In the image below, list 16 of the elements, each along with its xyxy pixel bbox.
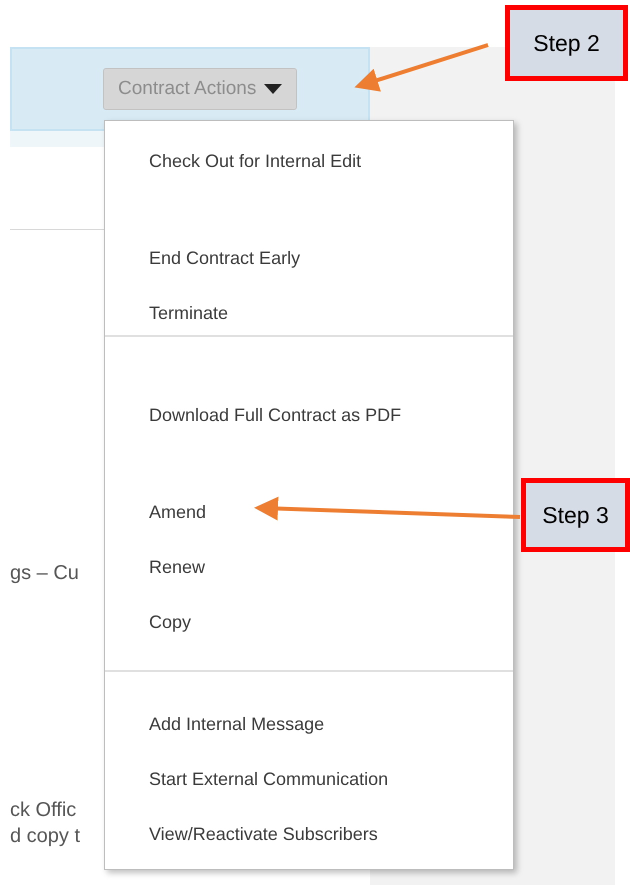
step-callout: Step 3 (521, 478, 630, 552)
menu-item[interactable]: End Contract Early (105, 241, 300, 275)
menu-item[interactable]: Start External Communication (105, 762, 388, 796)
menu-item[interactable]: View/Reactivate Subscribers (105, 817, 378, 851)
text-fragment: d copy t (10, 824, 80, 849)
menu-item[interactable]: Check Out for Internal Edit (105, 144, 362, 178)
menu-item[interactable]: Renew (105, 550, 206, 584)
caret-icon (264, 84, 282, 94)
menu-item[interactable]: Amend (105, 495, 206, 529)
menu-item[interactable]: Copy (105, 605, 192, 639)
menu-item[interactable]: Download Full Contract as PDF (105, 398, 402, 432)
step-callout: Step 2 (505, 5, 628, 81)
text-fragment: ck Offic (10, 798, 76, 823)
text-fragment: gs – Cu (10, 561, 79, 586)
menu-item[interactable]: Terminate (105, 296, 228, 330)
menu-item[interactable]: Add Internal Message (105, 707, 324, 741)
